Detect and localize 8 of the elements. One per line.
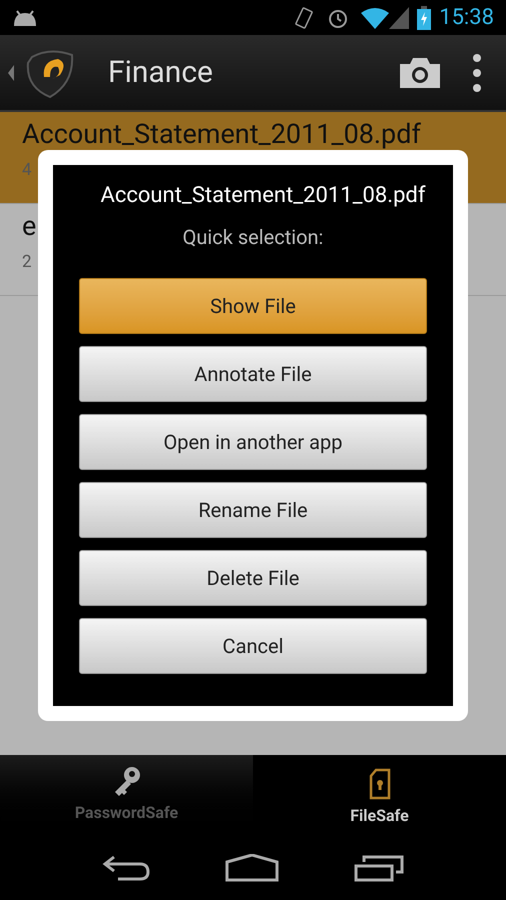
file-name: e: [22, 211, 36, 241]
screen-title: Finance: [108, 54, 213, 92]
dialog-title: Account_Statement_2011_08.pdf: [100, 182, 426, 210]
file-size: 4: [22, 159, 32, 181]
clock: 15:38: [439, 4, 494, 32]
file-size: 2: [22, 251, 32, 273]
file-name: Account_Statement_2011_08.pdf: [22, 119, 421, 149]
dialog-message: Quick selection:: [182, 224, 324, 251]
